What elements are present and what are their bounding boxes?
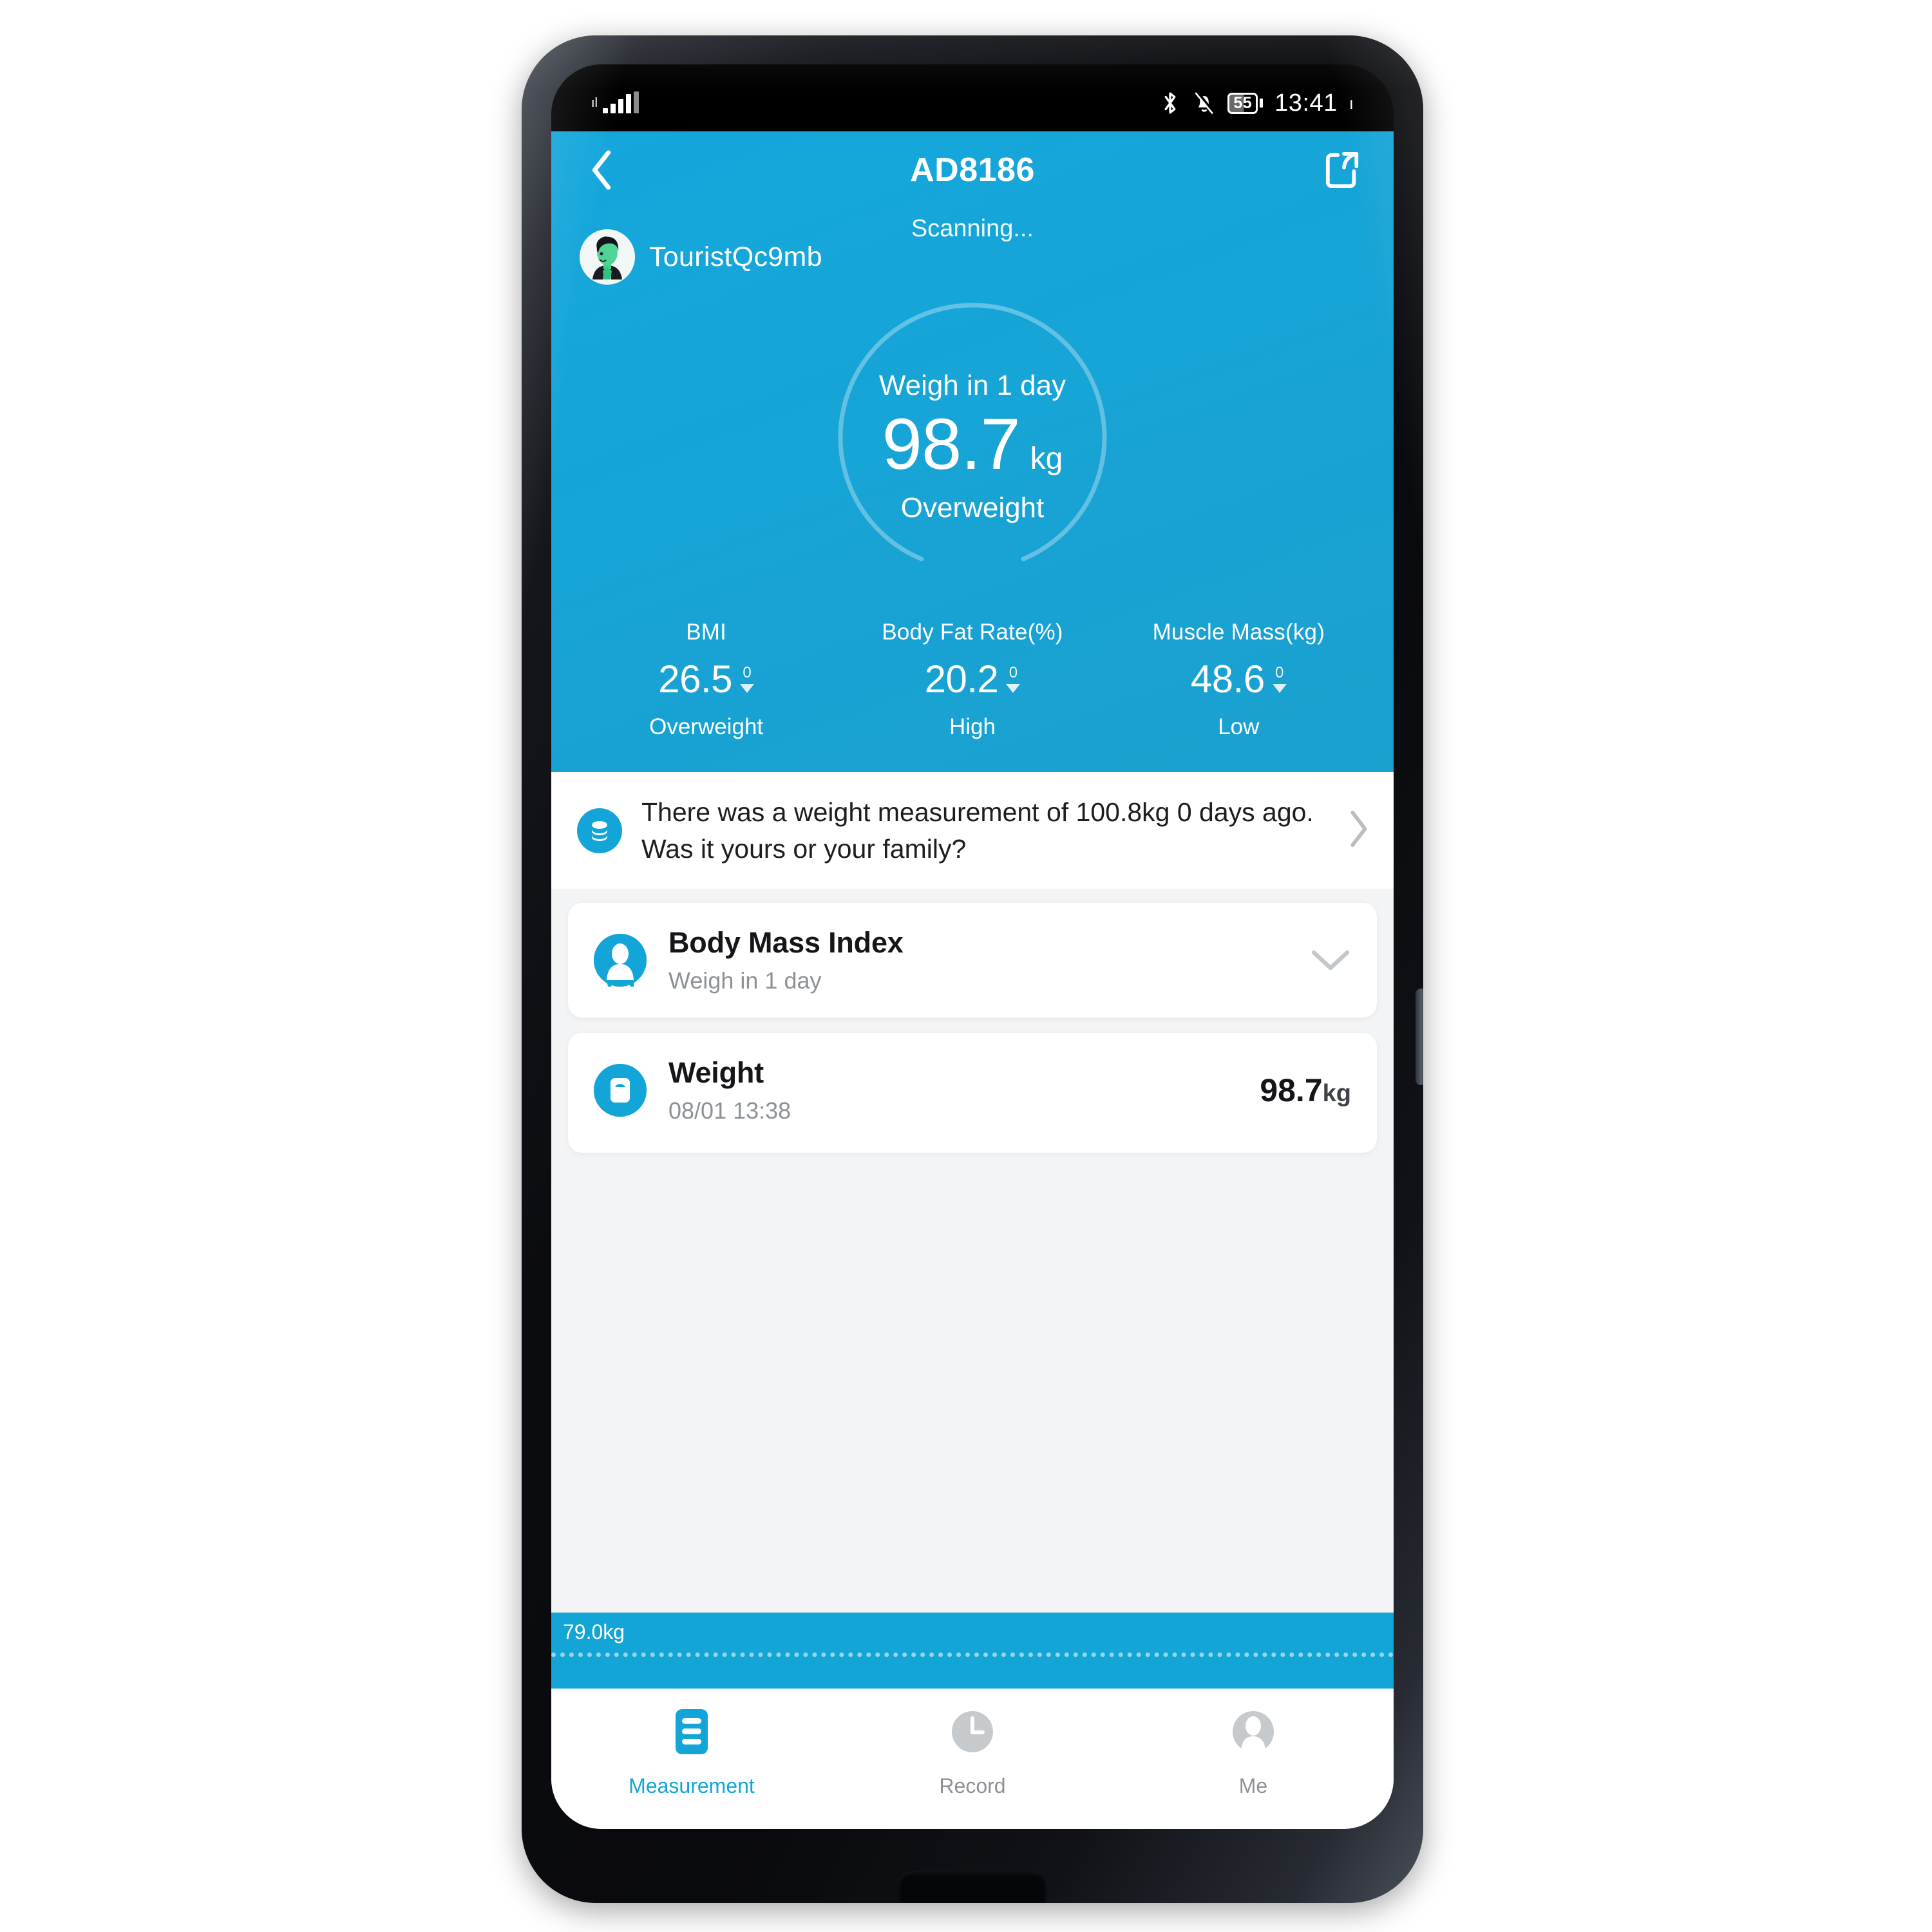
gauge-status: Overweight	[900, 492, 1045, 524]
metrics-row: BMI 26.5 0 Overweight Body Fat Rate(%) 2…	[551, 608, 1394, 766]
metric-body-fat-rate[interactable]: Body Fat Rate(%) 20.2 0 High	[839, 620, 1105, 740]
gauge-value: 98.7	[882, 404, 1021, 484]
metric-state: Low	[1218, 714, 1260, 739]
person-icon	[1230, 1708, 1276, 1759]
nav-item-record[interactable]: Record	[832, 1689, 1113, 1817]
metric-value: 20.2	[924, 658, 999, 701]
weight-stack-icon	[577, 808, 622, 853]
nav-label: Me	[1238, 1774, 1268, 1797]
status-bar-tail-glyph: ı	[1349, 93, 1354, 113]
metric-title: Body Fat Rate(%)	[882, 620, 1063, 645]
phone-display: ıl 55 13:41 ı AD8186 Scanning... Tourist…	[551, 64, 1394, 1829]
triangle-down-icon	[740, 684, 755, 693]
measurement-alert-card[interactable]: There was a weight measurement of 100.8k…	[551, 772, 1394, 889]
bluetooth-icon	[1159, 91, 1181, 115]
scan-row: Scanning... TouristQc9mb	[551, 209, 1394, 286]
content-scroll-area[interactable]: There was a weight measurement of 100.8k…	[551, 772, 1394, 1689]
user-selector[interactable]: TouristQc9mb	[580, 229, 822, 285]
metric-mid: 20.2 0	[839, 657, 1105, 701]
bell-muted-icon	[1193, 91, 1216, 115]
nav-item-me[interactable]: Me	[1113, 1689, 1394, 1817]
body-person-icon	[594, 934, 647, 987]
metric-delta: 0	[740, 664, 755, 693]
triangle-down-icon	[1272, 684, 1287, 693]
weight-gauge[interactable]: Weigh in 1 day 98.7 kg Overweight	[828, 302, 1117, 592]
nav-item-measurement[interactable]: Measurement	[551, 1689, 832, 1817]
app-bar: AD8186	[551, 131, 1394, 209]
scale-icon	[594, 1064, 647, 1117]
nav-label: Record	[939, 1774, 1006, 1797]
user-avatar-icon	[580, 229, 635, 285]
card-text-block: Weight 08/01 13:38	[668, 1056, 1238, 1124]
gauge-value-row: 98.7 kg	[882, 408, 1063, 480]
card-value-unit: kg	[1322, 1080, 1351, 1108]
bottom-navigation: Measurement Record Me	[551, 1689, 1394, 1829]
hero-section: AD8186 Scanning... TouristQc9mb Weigh in…	[551, 131, 1394, 772]
gauge-unit: kg	[1030, 442, 1063, 476]
metric-delta: 0	[1006, 664, 1021, 693]
card-value-block: 98.7 kg	[1260, 1072, 1351, 1109]
chart-axis-label: 79.0kg	[563, 1620, 625, 1643]
battery-indicator: 55	[1227, 92, 1264, 114]
phone-device-frame: ıl 55 13:41 ı AD8186 Scanning... Tourist…	[522, 35, 1423, 1903]
list-icon	[672, 1708, 712, 1759]
username-label: TouristQc9mb	[649, 241, 822, 272]
screenshot-stage: ıl 55 13:41 ı AD8186 Scanning... Tourist…	[0, 0, 1932, 1932]
card-weight[interactable]: Weight 08/01 13:38 98.7 kg	[568, 1033, 1377, 1153]
share-button[interactable]	[1320, 147, 1365, 193]
metric-delta-value: 0	[1009, 664, 1018, 681]
metric-muscle-mass[interactable]: Muscle Mass(kg) 48.6 0 Low	[1106, 620, 1372, 740]
phone-side-button	[1416, 989, 1423, 1085]
metric-delta: 0	[1272, 664, 1287, 693]
status-bar-left: ıl	[591, 91, 639, 113]
triangle-down-icon	[1006, 684, 1021, 693]
metric-mid: 48.6 0	[1106, 657, 1372, 701]
chevron-right-icon[interactable]	[1338, 809, 1370, 852]
share-icon	[1325, 151, 1359, 189]
gauge-label: Weigh in 1 day	[878, 370, 1066, 401]
app-screen: AD8186 Scanning... TouristQc9mb Weigh in…	[551, 131, 1394, 1829]
card-subtitle: Weigh in 1 day	[668, 967, 822, 994]
alert-message: There was a weight measurement of 100.8k…	[641, 797, 1314, 864]
card-text-block: Body Mass Index Weigh in 1 day	[668, 926, 1288, 994]
card-value: 98.7	[1260, 1072, 1323, 1109]
phone-bottom-notch	[898, 1871, 1046, 1903]
clock-icon	[949, 1708, 996, 1759]
metric-state: Overweight	[649, 714, 764, 739]
chevron-left-icon	[592, 150, 611, 190]
signal-bars-icon	[603, 91, 639, 113]
weight-chart-strip[interactable]: 79.0kg	[551, 1613, 1394, 1689]
chevron-down-icon	[1311, 950, 1350, 971]
metric-title: BMI	[686, 620, 727, 645]
card-expand-toggle[interactable]	[1310, 947, 1351, 973]
card-title: Body Mass Index	[668, 926, 904, 960]
metric-mid: 26.5 0	[573, 657, 839, 701]
status-bar-right: 55 13:41 ı	[1159, 90, 1354, 117]
metric-value: 48.6	[1190, 658, 1265, 701]
weight-gauge-wrap: Weigh in 1 day 98.7 kg Overweight	[551, 286, 1394, 608]
metric-title: Muscle Mass(kg)	[1152, 620, 1325, 645]
metric-delta-value: 0	[1275, 664, 1284, 681]
status-bar: ıl 55 13:41 ı	[551, 64, 1394, 131]
card-body-mass-index[interactable]: Body Mass Index Weigh in 1 day	[568, 903, 1377, 1018]
battery-level-label: 55	[1227, 92, 1258, 114]
metric-state: High	[949, 714, 996, 739]
metric-delta-value: 0	[743, 664, 752, 681]
back-button[interactable]	[580, 147, 625, 193]
metric-value: 26.5	[658, 658, 733, 701]
card-subtitle: 08/01 13:38	[668, 1097, 791, 1124]
network-type-label: ıl	[591, 95, 598, 110]
nav-label: Measurement	[629, 1774, 755, 1797]
battery-cap	[1260, 99, 1264, 108]
page-title: AD8186	[910, 151, 1035, 189]
avatar	[580, 229, 635, 285]
card-title: Weight	[668, 1056, 764, 1090]
metric-bmi[interactable]: BMI 26.5 0 Overweight	[573, 620, 839, 740]
status-bar-clock: 13:41	[1274, 89, 1338, 117]
chart-dotted-gridline	[551, 1653, 1394, 1657]
